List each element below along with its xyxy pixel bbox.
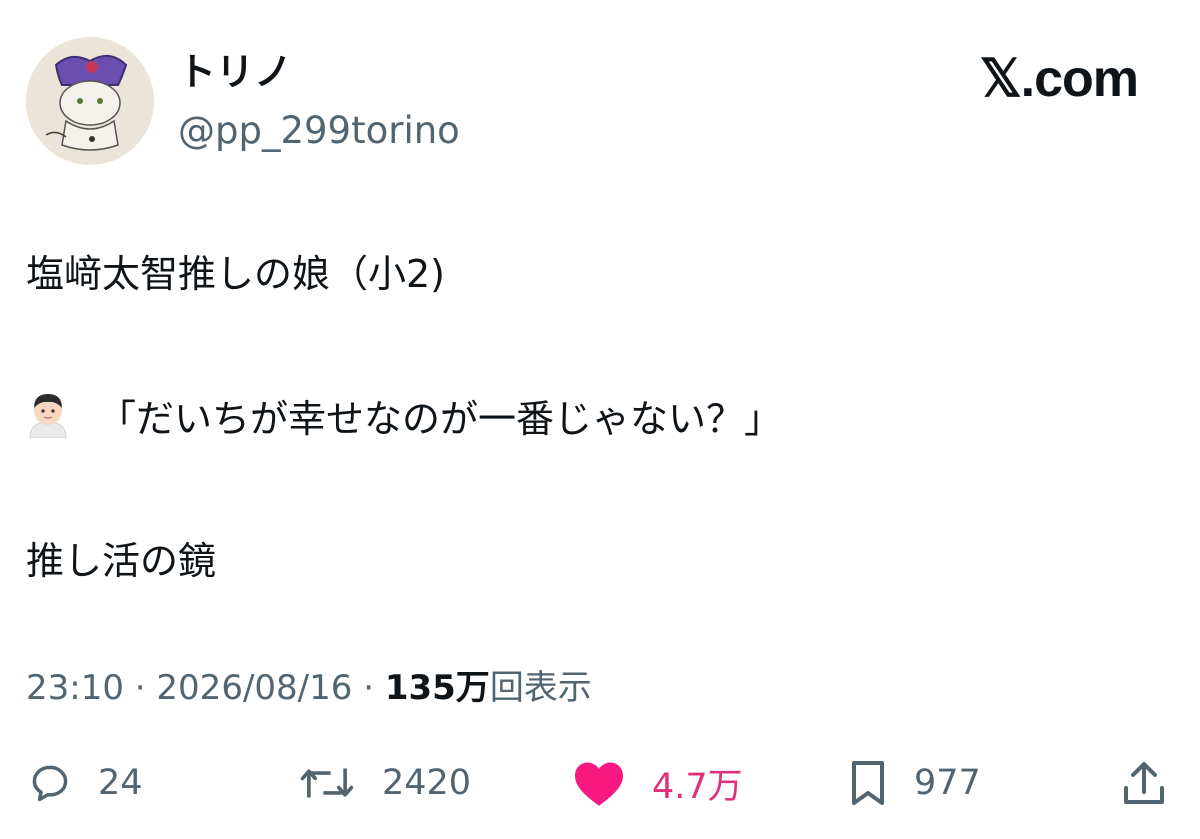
avatar-drawing — [26, 37, 154, 165]
reply-icon — [32, 765, 68, 802]
tweet-text-line-2-row: 「だいちが幸せなのが一番じゃない？」 — [28, 392, 782, 449]
person-icon — [28, 392, 68, 449]
share-icon — [1124, 762, 1164, 804]
tweet-text-line-1: 塩﨑太智推しの娘（小2) — [26, 252, 446, 296]
views-label: 回表示 — [489, 668, 592, 708]
meta-separator-1: · — [123, 668, 157, 708]
like-button[interactable]: 4.7万 — [572, 756, 743, 810]
tweet-date[interactable]: 2026/08/16 — [156, 668, 352, 708]
meta-separator-2: · — [352, 668, 385, 708]
avatar[interactable] — [26, 37, 154, 165]
tweet-text-line-2: 「だいちが幸せなのが一番じゃない？」 — [98, 397, 783, 441]
repost-button[interactable]: 2420 — [298, 756, 471, 810]
author-handle[interactable]: @pp_299torino — [178, 108, 460, 154]
share-button[interactable] — [1122, 756, 1166, 810]
repost-icon — [300, 768, 354, 798]
views-count: 135万 — [384, 668, 490, 708]
tweet-meta: 23:10 · 2026/08/16 · 135万回表示 — [26, 666, 592, 710]
tweet-time[interactable]: 23:10 — [26, 668, 124, 708]
reply-count: 24 — [98, 763, 143, 803]
like-count: 4.7万 — [652, 766, 743, 807]
reply-button[interactable]: 24 — [28, 756, 143, 810]
bookmark-count: 977 — [914, 763, 981, 803]
bookmark-button[interactable]: 977 — [848, 756, 981, 810]
heart-icon — [575, 762, 623, 806]
repost-count: 2420 — [382, 763, 472, 803]
bookmark-icon — [852, 761, 884, 805]
author-display-name[interactable]: トリノ — [178, 48, 292, 96]
tweet-text-line-3: 推し活の鏡 — [26, 539, 217, 583]
x-logo: 𝕏.com — [979, 50, 1139, 108]
